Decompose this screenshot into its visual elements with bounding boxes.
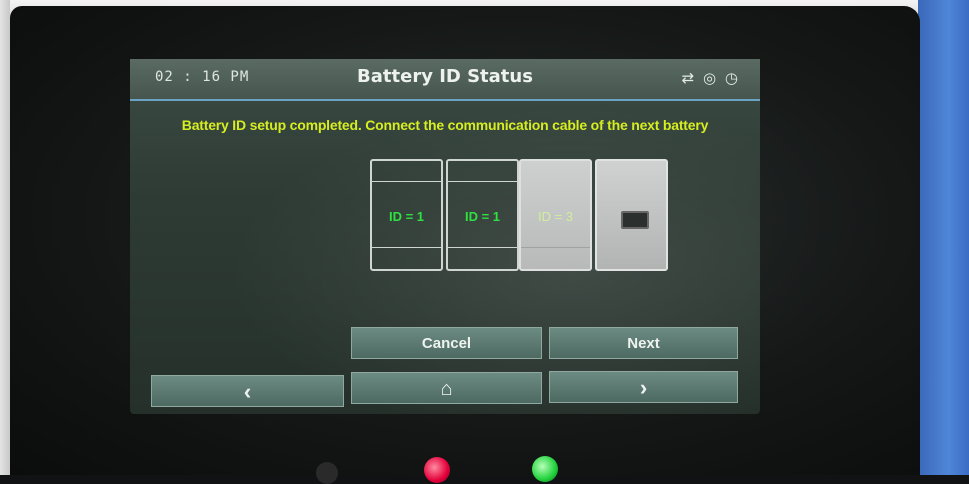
battery-4-not-connected [595,159,668,271]
next-button[interactable]: Next [549,327,738,359]
battery-id-label: ID = 3 [537,209,574,224]
indicator-light-off [316,462,338,484]
home-icon: ⌂ [440,378,453,400]
page-title: Battery ID Status [357,66,533,87]
display-bezel: 02 : 16 PM Battery ID Status ⇄ ◎ ◷ Batte… [10,6,920,475]
battery-2: ID = 1 [446,159,519,271]
back-arrow-button[interactable]: ‹ [151,375,344,407]
battery-1: ID = 1 [370,159,443,271]
battery-id-label: ID = 1 [388,209,425,224]
battery-id-label: ID = 1 [464,209,501,224]
globe-icon[interactable]: ◎ [703,69,716,87]
status-icons: ⇄ ◎ ◷ [678,69,738,87]
setup-message: Battery ID setup completed. Connect the … [181,117,709,133]
lcd-screen: 02 : 16 PM Battery ID Status ⇄ ◎ ◷ Batte… [130,59,760,414]
title-bar: 02 : 16 PM Battery ID Status ⇄ ◎ ◷ [130,59,760,101]
battery-display-window [621,211,649,229]
battery-3: ID = 3 [519,159,592,271]
indicator-light-green [532,456,558,482]
refresh-icon[interactable]: ⇄ [682,69,695,87]
home-button[interactable]: ⌂ [351,372,542,404]
device-housing-blue [918,0,969,475]
background-left [0,0,10,475]
cancel-button[interactable]: Cancel [351,327,542,359]
forward-arrow-button[interactable]: › [549,371,738,403]
indicator-light-red [424,457,450,483]
clock-icon[interactable]: ◷ [725,69,738,87]
